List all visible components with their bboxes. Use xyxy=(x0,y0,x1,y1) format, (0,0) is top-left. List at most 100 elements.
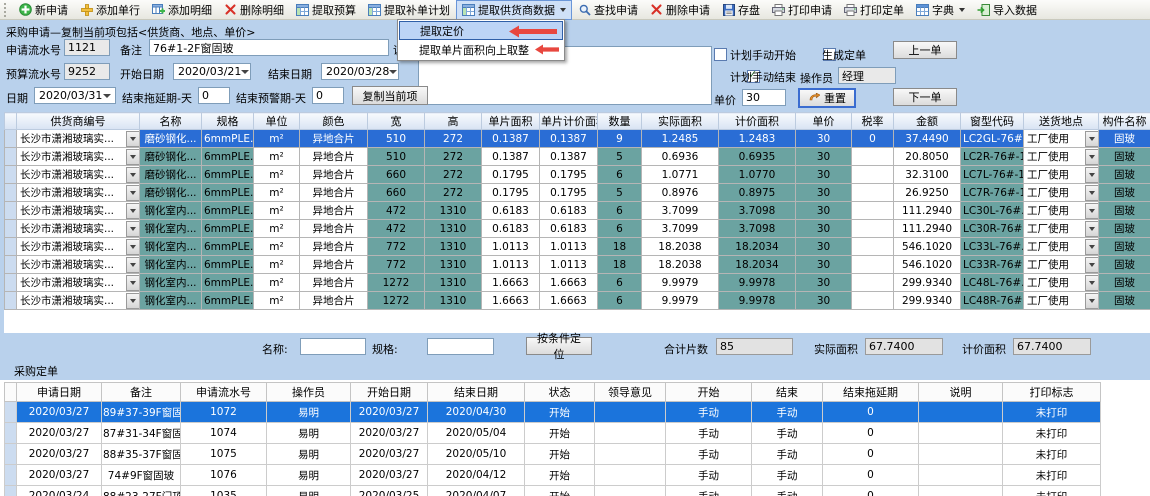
table-cell[interactable]: 9.9979 xyxy=(642,292,719,310)
menu-item-extract-pricing[interactable]: 提取定价 xyxy=(399,21,563,40)
table-cell[interactable]: 2020/04/30 xyxy=(428,402,525,423)
delivery-location-select[interactable]: 工厂使用 xyxy=(1024,220,1099,238)
table-cell[interactable]: 1.2485 xyxy=(642,130,719,148)
table-cell[interactable]: 2020/03/27 xyxy=(17,402,102,423)
table-cell[interactable]: m² xyxy=(254,166,300,184)
unit-price-field[interactable] xyxy=(742,89,786,106)
table-cell[interactable]: 磨砂钢化... xyxy=(140,184,202,202)
table-cell[interactable]: 9.9978 xyxy=(719,292,796,310)
table-cell[interactable]: 18 xyxy=(598,238,642,256)
table-cell[interactable]: 固玻 xyxy=(1099,238,1150,256)
request-no-field[interactable] xyxy=(64,39,110,56)
table-row[interactable]: 2020/03/2774#9F窗固玻1076易明2020/03/272020/0… xyxy=(5,465,1101,486)
table-cell[interactable]: 异地合片 xyxy=(300,238,368,256)
table-cell[interactable]: 30 xyxy=(796,130,852,148)
table-cell[interactable]: 1.0113 xyxy=(540,238,598,256)
add-row-button[interactable]: 添加单行 xyxy=(74,0,146,20)
table-cell[interactable]: 异地合片 xyxy=(300,256,368,274)
chevron-down-icon[interactable] xyxy=(1085,221,1099,237)
supplier-select[interactable]: 长沙市潇湘玻璃实... xyxy=(17,256,140,274)
table-cell[interactable]: 未打印 xyxy=(1003,486,1101,496)
table-cell[interactable]: 1310 xyxy=(425,256,482,274)
table-cell[interactable]: 未打印 xyxy=(1003,444,1101,465)
table-cell[interactable]: 1.2483 xyxy=(719,130,796,148)
chevron-down-icon[interactable] xyxy=(126,167,140,183)
chevron-down-icon[interactable] xyxy=(1085,203,1099,219)
table-cell[interactable]: 5 xyxy=(598,148,642,166)
table-cell[interactable]: 手动 xyxy=(752,486,823,496)
table-cell[interactable]: 未打印 xyxy=(1003,423,1101,444)
reset-button[interactable]: 重置 xyxy=(798,88,856,108)
table-cell[interactable]: 手动 xyxy=(752,402,823,423)
locate-by-condition-button[interactable]: 按条件定位 xyxy=(526,337,592,355)
supplier-select[interactable]: 长沙市潇湘玻璃实... xyxy=(17,130,140,148)
table-cell[interactable]: 磨砂钢化... xyxy=(140,130,202,148)
table-cell[interactable]: 3.7099 xyxy=(642,220,719,238)
table-cell[interactable]: 1.0113 xyxy=(482,238,540,256)
table-cell[interactable]: 1.0113 xyxy=(482,256,540,274)
table-cell[interactable]: m² xyxy=(254,148,300,166)
table-cell[interactable]: m² xyxy=(254,202,300,220)
table-cell[interactable]: 1310 xyxy=(425,220,482,238)
delete-detail-button[interactable]: 删除明细 xyxy=(218,0,290,20)
table-cell[interactable]: 772 xyxy=(368,238,425,256)
table-cell[interactable]: 5 xyxy=(598,184,642,202)
print-order-button[interactable]: 打印定单 xyxy=(838,0,910,20)
table-cell[interactable]: 0.1387 xyxy=(540,130,598,148)
table-cell[interactable]: 3.7098 xyxy=(719,220,796,238)
date-select[interactable]: 2020/03/31 xyxy=(34,87,116,104)
table-cell[interactable]: 钢化室内... xyxy=(140,238,202,256)
table-cell[interactable]: 固玻 xyxy=(1099,130,1150,148)
table-cell[interactable] xyxy=(852,184,894,202)
import-data-button[interactable]: 导入数据 xyxy=(971,0,1043,20)
table-cell[interactable] xyxy=(595,486,666,496)
table-cell[interactable]: 6 xyxy=(598,274,642,292)
chevron-down-icon[interactable] xyxy=(1085,257,1099,273)
remark-field[interactable] xyxy=(149,39,389,56)
table-cell[interactable]: 6mmPLE... xyxy=(202,166,254,184)
table-cell[interactable]: 0.1795 xyxy=(482,184,540,202)
table-cell[interactable]: 3.7098 xyxy=(719,202,796,220)
table-cell[interactable]: 30 xyxy=(796,238,852,256)
table-cell[interactable]: 6mmPLE... xyxy=(202,256,254,274)
table-cell[interactable]: 1.6663 xyxy=(540,292,598,310)
table-cell[interactable]: 异地合片 xyxy=(300,130,368,148)
table-cell[interactable]: m² xyxy=(254,220,300,238)
table-cell[interactable]: LC33R-76#... xyxy=(961,256,1024,274)
table-cell[interactable]: 易明 xyxy=(267,444,351,465)
chevron-down-icon[interactable] xyxy=(126,275,140,291)
table-cell[interactable]: 1.6663 xyxy=(540,274,598,292)
table-cell[interactable]: 510 xyxy=(368,130,425,148)
table-cell[interactable]: 2020/04/12 xyxy=(428,465,525,486)
table-cell[interactable]: 钢化室内... xyxy=(140,202,202,220)
table-cell[interactable]: 易明 xyxy=(267,423,351,444)
table-cell[interactable]: 2020/03/27 xyxy=(351,423,428,444)
supplier-select[interactable]: 长沙市潇湘玻璃实... xyxy=(17,220,140,238)
table-cell[interactable]: 18.2034 xyxy=(719,238,796,256)
table-cell[interactable]: 20.8050 xyxy=(894,148,961,166)
table-cell[interactable]: 30 xyxy=(796,292,852,310)
table-cell[interactable]: m² xyxy=(254,238,300,256)
table-cell[interactable]: 开始 xyxy=(525,444,595,465)
table-row[interactable]: 长沙市潇湘玻璃实...磨砂钢化...6mmPLE...m²异地合片5102720… xyxy=(5,130,1150,148)
end-warn-days-field[interactable] xyxy=(312,87,344,104)
delivery-location-select[interactable]: 工厂使用 xyxy=(1024,148,1099,166)
table-row[interactable]: 长沙市潇湘玻璃实...钢化室内...6mmPLE...m²异地合片1272131… xyxy=(5,274,1150,292)
extract-supplement-plan-button[interactable]: 提取补单计划 xyxy=(362,0,456,20)
end-date-select[interactable]: 2020/03/28 xyxy=(321,63,399,80)
budget-no-field[interactable] xyxy=(64,63,110,80)
table-cell[interactable] xyxy=(919,402,1003,423)
table-cell[interactable]: m² xyxy=(254,292,300,310)
table-cell[interactable] xyxy=(919,486,1003,496)
table-cell[interactable]: 9 xyxy=(598,130,642,148)
table-cell[interactable]: 1.0771 xyxy=(642,166,719,184)
table-cell[interactable]: 6mmPLE... xyxy=(202,292,254,310)
table-cell[interactable]: 手动 xyxy=(752,423,823,444)
chevron-down-icon[interactable] xyxy=(389,70,397,74)
table-cell[interactable]: 未打印 xyxy=(1003,465,1101,486)
table-cell[interactable]: 手动 xyxy=(752,465,823,486)
table-cell[interactable]: m² xyxy=(254,130,300,148)
table-cell[interactable]: LC2R-76#-1F xyxy=(961,148,1024,166)
table-cell[interactable]: 0.8976 xyxy=(642,184,719,202)
table-cell[interactable]: 1.0113 xyxy=(540,256,598,274)
